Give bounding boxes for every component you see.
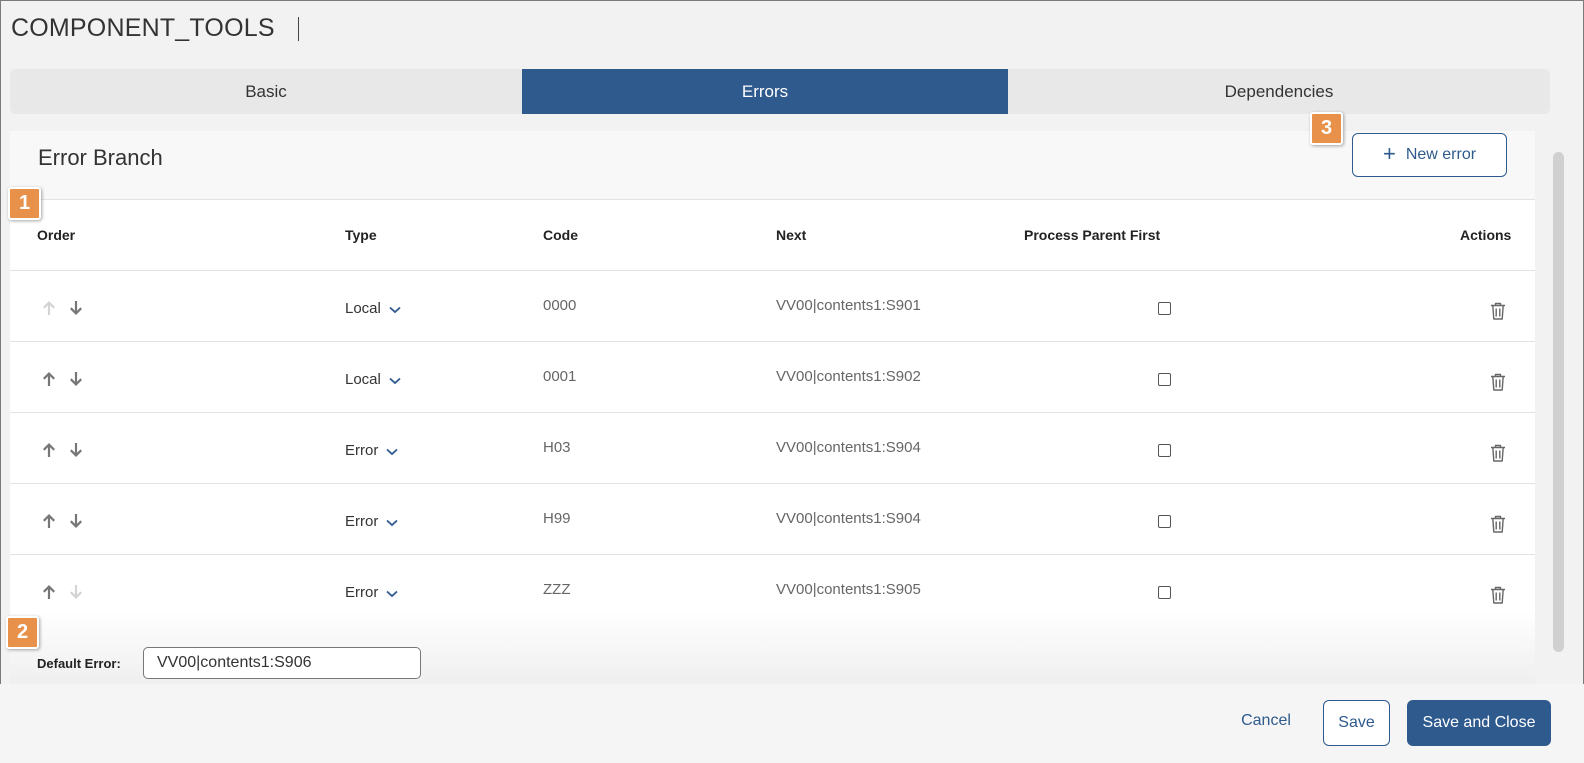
vertical-scrollbar[interactable] [1553, 152, 1564, 652]
column-header-process-parent-first: Process Parent First [1024, 227, 1161, 243]
trash-icon[interactable] [1489, 301, 1507, 321]
move-up-arrow-icon[interactable] [40, 441, 58, 459]
move-down-arrow-icon[interactable] [67, 370, 85, 388]
type-value: Error [345, 442, 379, 459]
move-up-arrow-icon [40, 299, 58, 317]
table-row: Error H03 VV00|contents1:S904 [10, 412, 1535, 483]
new-error-label: New error [1405, 146, 1477, 163]
tab-errors[interactable]: Errors [522, 69, 1008, 114]
chevron-down-icon [386, 519, 398, 527]
trash-icon[interactable] [1489, 443, 1507, 463]
tab-basic[interactable]: Basic [10, 69, 522, 114]
type-select[interactable]: Local [345, 371, 401, 388]
page-title: COMPONENT_TOOLS [11, 14, 275, 42]
save-and-close-button[interactable]: Save and Close [1407, 700, 1551, 746]
column-header-actions: Actions [1460, 227, 1512, 243]
next-step: VV00|contents1:S901 [776, 297, 921, 314]
footer-bar: Cancel Save Save and Close [0, 684, 1584, 763]
move-down-arrow-icon [67, 583, 85, 601]
chevron-down-icon [389, 377, 401, 385]
chevron-down-icon [386, 448, 398, 456]
column-header-code: Code [543, 227, 578, 243]
type-value: Error [345, 584, 379, 601]
callout-badge-3: 3 [1310, 112, 1343, 145]
trash-icon[interactable] [1489, 514, 1507, 534]
column-header-type: Type [345, 227, 377, 243]
process-parent-first-checkbox[interactable] [1158, 586, 1171, 599]
table-row: Error ZZZ VV00|contents1:S905 [10, 554, 1535, 625]
column-header-next: Next [776, 227, 807, 243]
callout-badge-2: 2 [6, 616, 39, 649]
error-code: 0001 [543, 368, 577, 385]
next-step: VV00|contents1:S904 [776, 439, 921, 456]
column-header-order: Order [37, 227, 76, 243]
type-value: Local [345, 371, 381, 388]
cancel-button[interactable]: Cancel [1226, 712, 1306, 736]
error-branch-panel: Error Branch + New error Order Type Code… [10, 131, 1535, 684]
next-step: VV00|contents1:S902 [776, 368, 921, 385]
type-select[interactable]: Error [345, 584, 398, 601]
type-value: Local [345, 300, 381, 317]
move-up-arrow-icon[interactable] [40, 512, 58, 530]
save-button[interactable]: Save [1323, 700, 1390, 746]
table-row: Error H99 VV00|contents1:S904 [10, 483, 1535, 554]
next-step: VV00|contents1:S905 [776, 581, 921, 598]
type-value: Error [345, 513, 379, 530]
plus-icon: + [1382, 141, 1396, 166]
chevron-down-icon [389, 306, 401, 314]
error-code: 0000 [543, 297, 577, 314]
trash-icon[interactable] [1489, 585, 1507, 605]
title-caret [298, 17, 299, 41]
default-error-input[interactable] [143, 647, 421, 679]
move-down-arrow-icon[interactable] [67, 512, 85, 530]
move-down-arrow-icon[interactable] [67, 441, 85, 459]
callout-badge-1: 1 [8, 187, 41, 220]
error-code: H99 [543, 510, 571, 527]
panel-header: Error Branch + New error [10, 131, 1535, 200]
tab-bar: Basic Errors Dependencies [10, 69, 1550, 114]
process-parent-first-checkbox[interactable] [1158, 444, 1171, 457]
move-up-arrow-icon[interactable] [40, 583, 58, 601]
move-down-arrow-icon[interactable] [67, 299, 85, 317]
process-parent-first-checkbox[interactable] [1158, 302, 1171, 315]
move-up-arrow-icon[interactable] [40, 370, 58, 388]
type-select[interactable]: Error [345, 513, 398, 530]
next-step: VV00|contents1:S904 [776, 510, 921, 527]
table-row: Local 0001 VV00|contents1:S902 [10, 341, 1535, 412]
type-select[interactable]: Local [345, 300, 401, 317]
error-code: H03 [543, 439, 571, 456]
panel-title: Error Branch [38, 145, 163, 170]
process-parent-first-checkbox[interactable] [1158, 515, 1171, 528]
chevron-down-icon [386, 590, 398, 598]
trash-icon[interactable] [1489, 372, 1507, 392]
process-parent-first-checkbox[interactable] [1158, 373, 1171, 386]
tab-dependencies[interactable]: Dependencies [1008, 69, 1550, 114]
new-error-button[interactable]: + New error [1352, 133, 1507, 177]
table-row: Local 0000 VV00|contents1:S901 [10, 270, 1535, 341]
type-select[interactable]: Error [345, 442, 398, 459]
default-error-label: Default Error: [37, 656, 121, 671]
error-code: ZZZ [543, 581, 571, 598]
